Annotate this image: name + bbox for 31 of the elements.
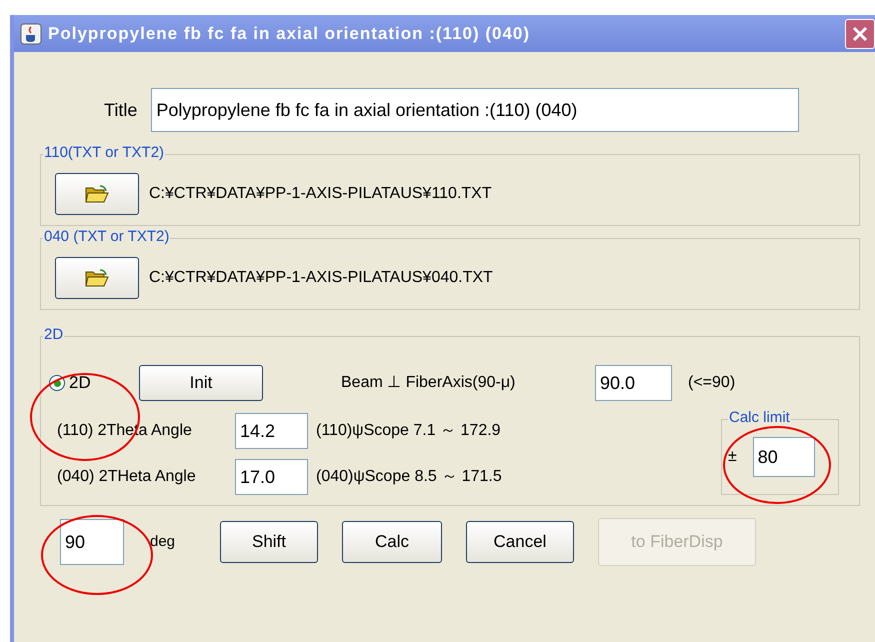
window-title: Polypropylene fb fc fa in axial orientation :(110) (040) — [48, 22, 530, 45]
open-file-button[interactable] — [55, 173, 139, 215]
plus-minus-sign: ± — [728, 447, 737, 467]
file-path: C:¥CTR¥DATA¥PP-1-AXIS-PILATAUS¥040.TXT — [149, 268, 493, 288]
angle-field[interactable]: 17.0 — [235, 459, 308, 495]
coffee-cup-icon — [20, 22, 42, 44]
angle-field[interactable]: 14.2 — [235, 413, 308, 449]
open-file-button[interactable] — [55, 257, 139, 299]
group-legend: 040 (TXT or TXT2) — [43, 228, 170, 246]
action-button[interactable]: Calc — [342, 521, 442, 563]
psi-scope: (040)ψScope 8.5 ～ 171.5 — [316, 467, 502, 487]
action-button[interactable]: Init — [139, 365, 263, 401]
folder-icon — [84, 184, 110, 204]
shift-field[interactable]: 90 — [60, 519, 124, 565]
unit-label: deg — [150, 532, 176, 552]
title-label: Title — [104, 98, 138, 122]
close-button[interactable] — [845, 18, 875, 48]
beam-field[interactable]: 90.0 — [595, 365, 672, 401]
calc-limit-field[interactable]: 80 — [752, 437, 815, 477]
close-icon — [852, 26, 868, 42]
group-legend: 110(TXT or TXT2) — [43, 144, 166, 162]
title-field[interactable]: Polypropylene fb fc fa in axial orientation :(110) (040) — [151, 88, 800, 132]
radio-option[interactable]: 2D — [49, 370, 139, 396]
psi-scope: (110)ψScope 7.1 ～ 172.9 — [316, 421, 501, 441]
action-button[interactable]: Shift — [220, 521, 318, 563]
file-path: C:¥CTR¥DATA¥PP-1-AXIS-PILATAUS¥110.TXT — [149, 184, 492, 204]
action-button[interactable]: Cancel — [466, 521, 574, 563]
angle-label: (040) 2THeta Angle — [57, 467, 197, 487]
beam-hint: (<=90) — [688, 373, 736, 393]
beam-label: Beam ⊥ FiberAxis(90-μ) — [341, 373, 516, 393]
folder-icon — [84, 268, 110, 288]
